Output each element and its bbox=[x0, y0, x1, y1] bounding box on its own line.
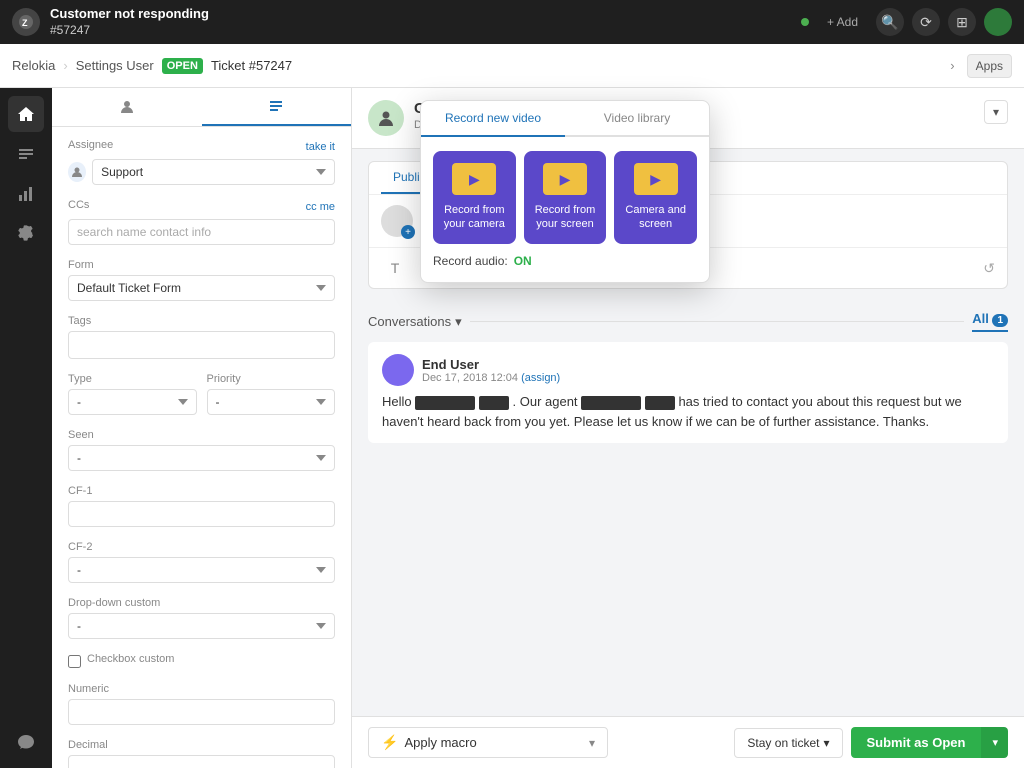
video-options: Record from your camera Record from your… bbox=[433, 151, 697, 244]
modal-body: Record from your camera Record from your… bbox=[421, 137, 709, 282]
audio-status[interactable]: ON bbox=[514, 254, 532, 268]
camera-screen-icon bbox=[634, 163, 678, 195]
record-camera-icon bbox=[452, 163, 496, 195]
record-screen-option[interactable]: Record from your screen bbox=[524, 151, 607, 244]
modal-tabs: Record new video Video library bbox=[421, 101, 709, 137]
camera-screen-label: Camera and screen bbox=[622, 203, 689, 232]
record-screen-icon bbox=[543, 163, 587, 195]
video-modal: Record new video Video library Record fr… bbox=[420, 100, 710, 283]
modal-overlay: Record new video Video library Record fr… bbox=[0, 0, 1024, 768]
record-camera-option[interactable]: Record from your camera bbox=[433, 151, 516, 244]
camera-screen-option[interactable]: Camera and screen bbox=[614, 151, 697, 244]
audio-row: Record audio: ON bbox=[433, 254, 697, 268]
audio-label: Record audio: bbox=[433, 254, 508, 268]
record-camera-label: Record from your camera bbox=[441, 203, 508, 232]
record-screen-label: Record from your screen bbox=[532, 203, 599, 232]
modal-tab-library[interactable]: Video library bbox=[565, 101, 709, 135]
modal-tab-record[interactable]: Record new video bbox=[421, 101, 565, 137]
